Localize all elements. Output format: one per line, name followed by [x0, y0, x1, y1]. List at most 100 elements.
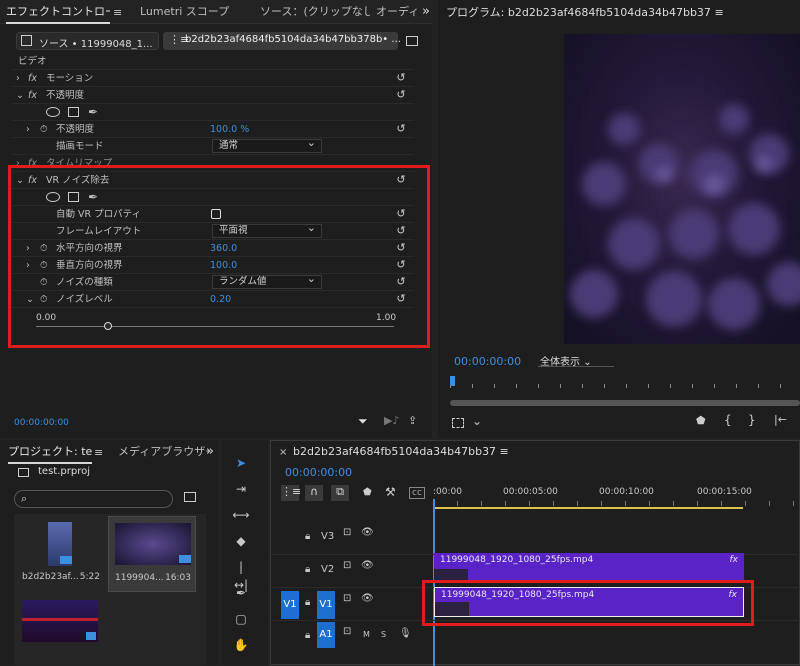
crowd-image: [570, 104, 800, 330]
program-timecode[interactable]: 00:00:00:00: [454, 355, 521, 368]
effect-opacity[interactable]: ⌄ fx 不透明度 ↺: [12, 87, 414, 104]
close-icon[interactable]: ×: [279, 447, 287, 458]
eye-icon[interactable]: 👁︎: [361, 560, 374, 571]
program-playhead[interactable]: [450, 376, 455, 386]
expand-chevron-icon[interactable]: ›: [26, 121, 30, 138]
section-video: ビデオ: [12, 53, 414, 70]
settings-chevron-icon[interactable]: ⌄: [472, 414, 482, 428]
program-title[interactable]: プログラム: b2d2b23af4684fb5104da34b47bb37 ≡: [446, 4, 724, 20]
tab-source[interactable]: ソース：(クリップなし): [260, 0, 370, 24]
work-area-bar[interactable]: [433, 507, 743, 509]
insert-sequence-icon[interactable]: ⋮≡: [281, 485, 301, 501]
microphone-icon[interactable]: 🎙︎: [399, 628, 412, 639]
blend-mode-dropdown[interactable]: 通常: [212, 137, 322, 153]
pen-tool-icon[interactable]: ✒: [232, 584, 250, 602]
add-marker-icon[interactable]: ⬟: [696, 414, 706, 427]
project-item-third[interactable]: [22, 600, 98, 642]
program-ruler[interactable]: [450, 380, 800, 388]
slip-tool-icon[interactable]: |↔|: [232, 558, 250, 592]
effect-controls-timecode[interactable]: 00:00:00:00: [14, 418, 69, 428]
more-tabs-icon[interactable]: »: [206, 444, 214, 459]
track-v1-header: V1 🔒︎ V1 ⊡ 👁︎: [271, 587, 431, 620]
stopwatch-icon[interactable]: ⏱: [40, 121, 47, 138]
sync-lock-icon[interactable]: ⊡: [343, 593, 351, 604]
effect-motion[interactable]: › fx モーション ↺: [12, 70, 414, 87]
program-video-frame: [564, 34, 800, 344]
track-target-a1[interactable]: A1: [317, 622, 335, 648]
filter-icon[interactable]: ⏷: [358, 414, 368, 429]
track-target-v1[interactable]: V1: [317, 591, 335, 619]
source-patch-v1[interactable]: V1: [281, 591, 299, 619]
sync-lock-icon[interactable]: ⊡: [343, 560, 351, 571]
razor-tool-icon[interactable]: ◆: [232, 532, 250, 550]
lock-icon[interactable]: 🔒︎: [305, 597, 310, 608]
tab-project[interactable]: プロジェクト: tes: [8, 440, 92, 464]
reset-icon[interactable]: ↺: [394, 89, 408, 101]
project-item-clip[interactable]: 1199904... 16:03: [108, 516, 196, 592]
track-select-tool-icon[interactable]: ⇥: [232, 480, 250, 498]
reset-icon[interactable]: ↺: [394, 123, 408, 135]
lock-icon[interactable]: 🔒︎: [305, 564, 310, 575]
snap-icon[interactable]: ∩: [305, 485, 323, 501]
program-monitor-panel: プログラム: b2d2b23af4684fb5104da34b47bb37 ≡ …: [438, 0, 800, 438]
mute-button[interactable]: M: [363, 630, 370, 639]
reset-icon[interactable]: ↺: [394, 72, 408, 84]
solo-button[interactable]: S: [381, 630, 386, 639]
rectangle-mask-icon[interactable]: [68, 107, 79, 117]
clip-v2[interactable]: 11999048_1920_1080_25fps.mp4 fx: [434, 553, 744, 583]
lock-icon[interactable]: 🔒︎: [305, 531, 310, 542]
captions-icon[interactable]: cc: [409, 487, 425, 499]
project-file-name: test.prproj: [38, 466, 90, 477]
source-selector[interactable]: ソース • 11999048_1...: [16, 32, 159, 50]
add-marker-icon[interactable]: ⬟: [363, 487, 372, 498]
mark-in-icon[interactable]: {: [724, 413, 732, 427]
go-to-in-icon[interactable]: |←: [774, 413, 787, 426]
new-bin-icon[interactable]: [184, 492, 196, 502]
audio-only-icon[interactable]: ▶♪: [384, 414, 399, 427]
sync-lock-icon[interactable]: ⊡: [343, 527, 351, 538]
wrench-icon[interactable]: ⚒: [385, 485, 396, 499]
timeline-title[interactable]: b2d2b23af4684fb5104da34b47bb37 ≡: [293, 445, 509, 458]
fx-icon[interactable]: fx: [28, 70, 37, 87]
safe-margins-icon[interactable]: [452, 418, 464, 428]
sync-lock-icon[interactable]: ⊡: [343, 626, 351, 637]
hand-tool-icon[interactable]: ✋: [232, 636, 250, 654]
timeline-ruler[interactable]: :00:00 00:00:05:00 00:00:10:00 00:00:15:…: [431, 485, 800, 513]
export-icon[interactable]: ⇪: [408, 414, 417, 427]
tab-media-browser[interactable]: メディアブラウザー: [118, 440, 210, 464]
clip-badge-icon: [179, 555, 191, 563]
fx-icon[interactable]: fx: [28, 87, 37, 104]
timeline-timecode[interactable]: 00:00:00:00: [285, 466, 352, 479]
linked-selection-icon[interactable]: ⧉: [331, 485, 349, 501]
vr-effect-highlight: [8, 165, 430, 348]
expand-chevron-icon[interactable]: ›: [16, 70, 20, 87]
ellipse-mask-icon[interactable]: [46, 107, 60, 117]
project-item-sequence[interactable]: b2d2b23af... 5:22: [22, 520, 100, 598]
eye-icon[interactable]: 👁︎: [361, 527, 374, 538]
project-search-input[interactable]: ⌕: [14, 490, 173, 508]
sequence-badge-icon: [60, 556, 72, 564]
lock-icon[interactable]: 🔒︎: [305, 630, 310, 641]
tab-menu-icon[interactable]: ≡: [113, 6, 122, 19]
opacity-param[interactable]: › ⏱ 不透明度 100.0 % ↺: [12, 121, 414, 138]
opacity-value[interactable]: 100.0 %: [210, 121, 249, 138]
panel-toggle-icon[interactable]: [406, 36, 418, 46]
source-clip-icon: [21, 35, 32, 46]
tab-audio[interactable]: オーディ: [376, 0, 420, 24]
selection-tool-icon[interactable]: ➤: [232, 454, 250, 472]
mark-out-icon[interactable]: }: [748, 413, 756, 427]
collapse-chevron-icon[interactable]: ⌄: [16, 87, 24, 104]
track-v3-header: 🔒︎ V3 ⊡ 👁︎: [305, 527, 374, 542]
tab-menu-icon[interactable]: ≡: [94, 446, 103, 459]
sequence-selector[interactable]: ⋮≡ b2d2b23af4684fb5104da34b47bb378b• ...: [163, 32, 401, 50]
ripple-edit-tool-icon[interactable]: ⟷: [232, 506, 250, 524]
rectangle-tool-icon[interactable]: ▢: [232, 610, 250, 628]
eye-icon[interactable]: 👁︎: [361, 593, 374, 604]
pen-mask-icon[interactable]: ✒: [88, 104, 98, 121]
v1-clip-highlight: [422, 580, 754, 626]
tab-lumetri-scopes[interactable]: Lumetri スコープ: [140, 0, 250, 24]
program-zoom-bar[interactable]: [450, 400, 800, 406]
more-tabs-icon[interactable]: »: [422, 4, 430, 19]
tab-effect-controls[interactable]: エフェクトコントロール: [6, 0, 110, 24]
zoom-dropdown[interactable]: 全体表示 ⌄: [538, 353, 614, 368]
